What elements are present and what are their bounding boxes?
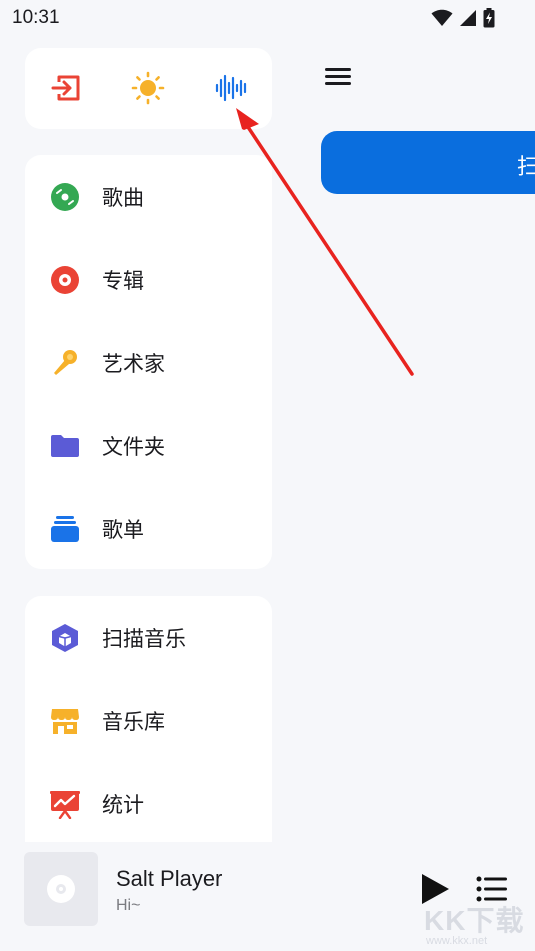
scan-cube-icon bbox=[52, 623, 78, 652]
nav-item-statistics[interactable]: 统计 bbox=[25, 762, 272, 845]
nav-label: 扫描音乐 bbox=[102, 626, 186, 651]
watermark: KK下载 www.kkx.net bbox=[418, 895, 535, 951]
album-icon bbox=[51, 265, 79, 294]
watermark-text: KK下载 bbox=[424, 905, 525, 936]
nav-label: 歌单 bbox=[102, 517, 144, 542]
quick-actions-card bbox=[25, 48, 272, 129]
track-title: Salt Player bbox=[116, 866, 223, 891]
wifi-icon bbox=[431, 9, 453, 26]
scan-button-label: 扫 bbox=[517, 155, 535, 180]
library-nav-card: 歌曲 专辑 艺术家 文件夹 歌单 bbox=[25, 155, 272, 569]
tools-nav-card: 扫描音乐 音乐库 统计 bbox=[25, 596, 272, 866]
folder-icon bbox=[51, 434, 79, 457]
nav-label: 文件夹 bbox=[102, 434, 165, 459]
nav-item-scan-music[interactable]: 扫描音乐 bbox=[25, 596, 272, 679]
audio-effect-button[interactable] bbox=[214, 70, 250, 106]
sun-icon bbox=[131, 71, 165, 105]
nav-item-artists[interactable]: 艺术家 bbox=[25, 321, 272, 404]
disc-placeholder-icon bbox=[47, 875, 75, 903]
menu-bar bbox=[325, 68, 351, 71]
watermark-url: www.kkx.net bbox=[426, 935, 488, 947]
status-time: 10:31 bbox=[12, 7, 60, 28]
menu-bar bbox=[325, 75, 351, 78]
scan-music-button[interactable]: 扫 bbox=[321, 131, 535, 194]
cellular-signal-icon bbox=[460, 10, 476, 26]
menu-bar bbox=[325, 82, 351, 85]
music-disc-icon bbox=[51, 182, 79, 211]
nav-item-songs[interactable]: 歌曲 bbox=[25, 155, 272, 238]
nav-item-albums[interactable]: 专辑 bbox=[25, 238, 272, 321]
nav-label: 音乐库 bbox=[102, 709, 165, 734]
nav-label: 专辑 bbox=[102, 268, 144, 293]
album-art[interactable] bbox=[24, 852, 98, 926]
status-icons bbox=[431, 8, 495, 28]
playlist-stack-icon bbox=[51, 515, 79, 542]
statistics-board-icon bbox=[50, 790, 80, 819]
track-subtitle: Hi~ bbox=[116, 897, 141, 914]
nav-item-music-library[interactable]: 音乐库 bbox=[25, 679, 272, 762]
sound-wave-icon bbox=[215, 74, 247, 102]
exit-icon bbox=[51, 75, 80, 101]
microphone-icon bbox=[54, 349, 77, 375]
exit-button[interactable] bbox=[48, 70, 84, 106]
menu-button[interactable] bbox=[322, 64, 356, 92]
nav-item-playlists[interactable]: 歌单 bbox=[25, 487, 272, 570]
nav-item-folders[interactable]: 文件夹 bbox=[25, 404, 272, 487]
store-icon bbox=[51, 708, 79, 734]
status-bar: 10:31 bbox=[0, 0, 535, 36]
nav-label: 艺术家 bbox=[102, 351, 165, 376]
nav-label: 歌曲 bbox=[102, 185, 144, 210]
nav-label: 统计 bbox=[102, 792, 144, 817]
battery-charging-icon bbox=[483, 8, 495, 28]
theme-toggle-button[interactable] bbox=[130, 70, 166, 106]
